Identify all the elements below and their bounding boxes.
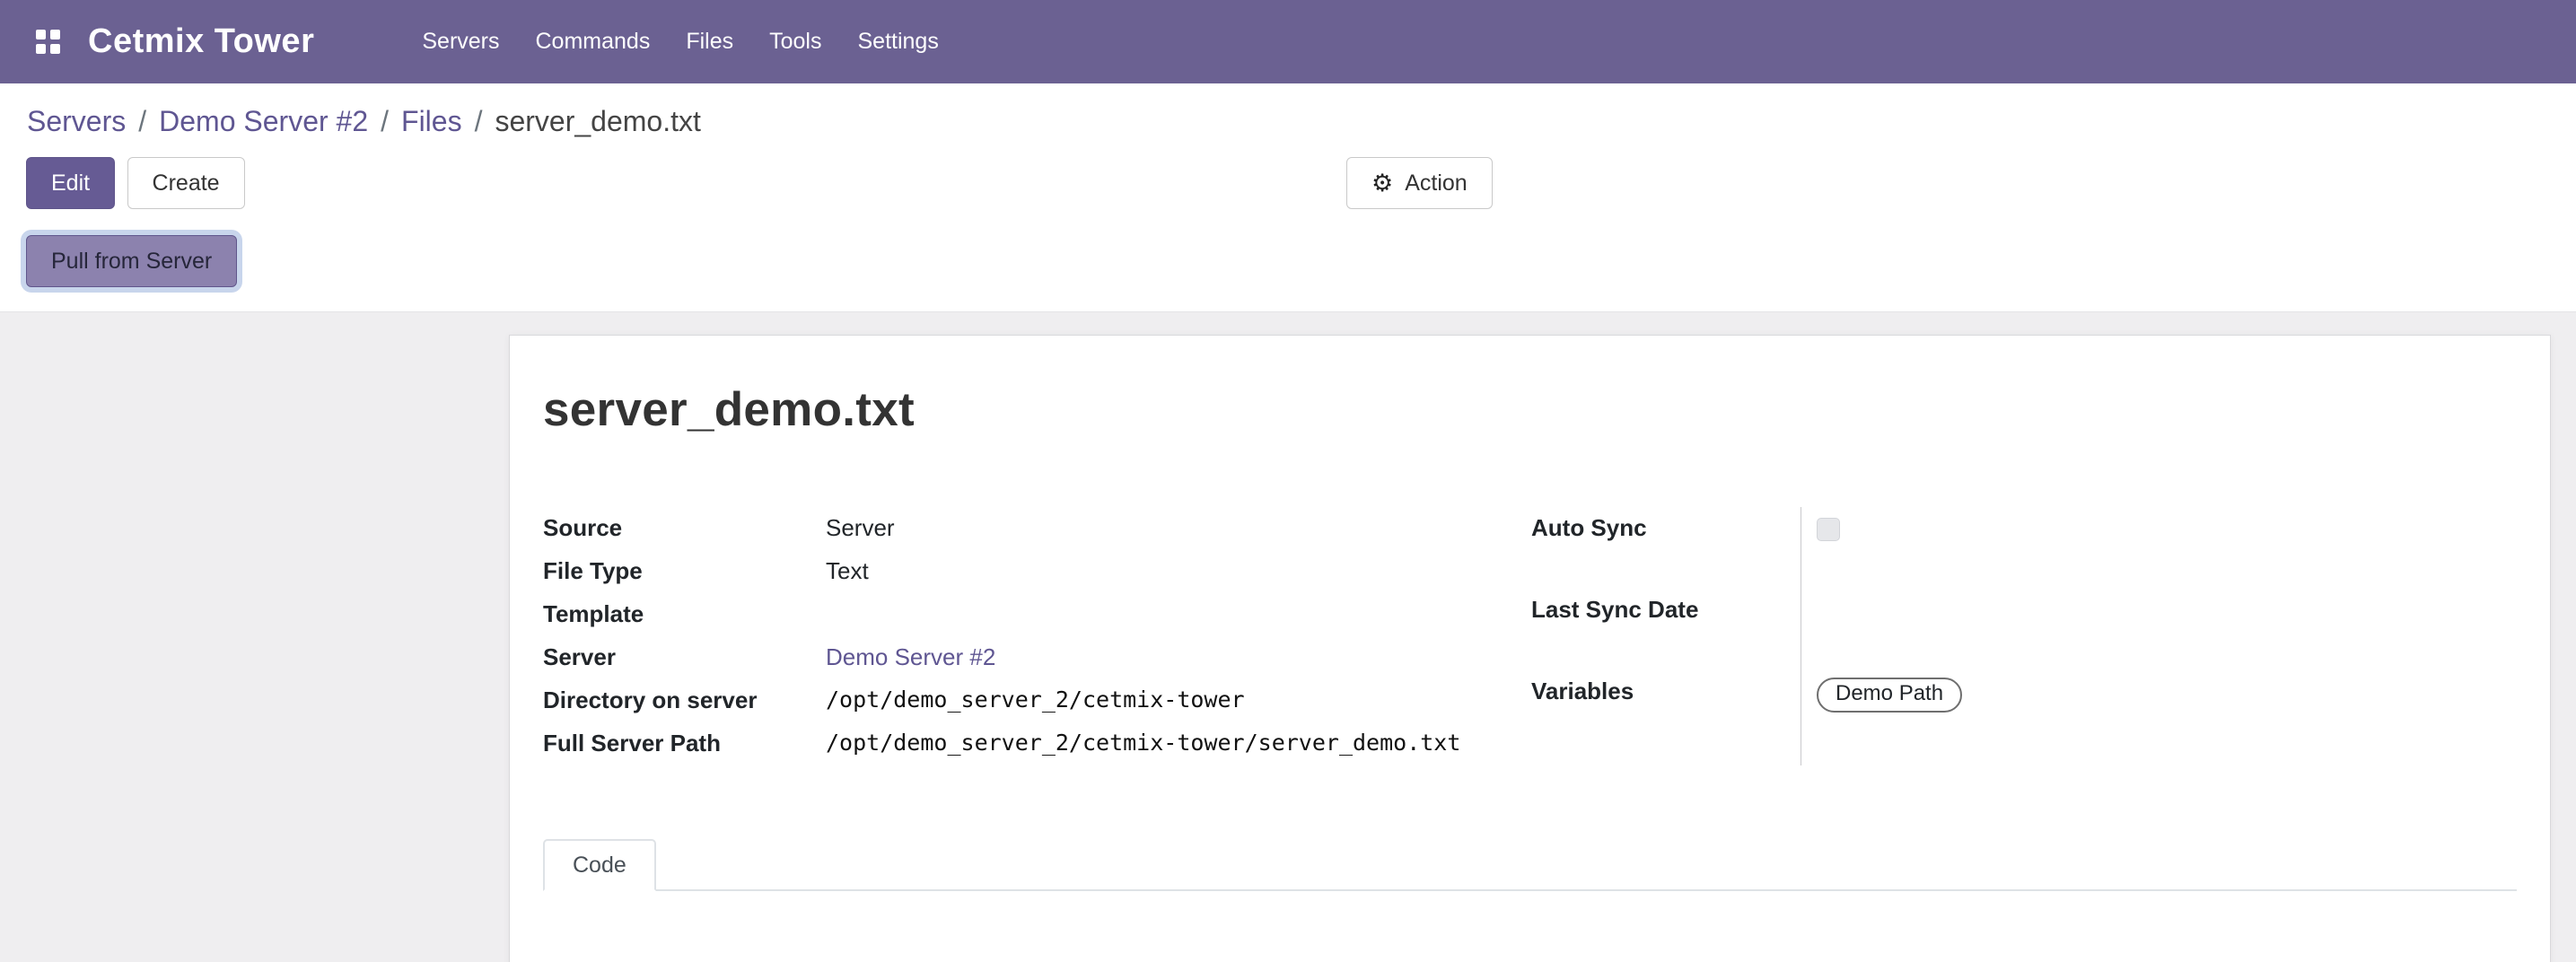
- field-row-file-type: File Type Text: [543, 550, 1531, 593]
- menu-item-servers[interactable]: Servers: [404, 0, 517, 83]
- control-panel: Servers / Demo Server #2 / Files / serve…: [0, 83, 2576, 287]
- breadcrumb-current: server_demo.txt: [495, 105, 700, 138]
- create-button[interactable]: Create: [127, 157, 245, 209]
- field-label-directory: Directory on server: [543, 679, 826, 722]
- field-row-server: Server Demo Server #2: [543, 636, 1531, 679]
- field-value-server-link[interactable]: Demo Server #2: [826, 636, 1531, 679]
- field-value-file-type: Text: [826, 550, 1531, 593]
- main-menu: Servers Commands Files Tools Settings: [404, 0, 956, 83]
- breadcrumb-separator: /: [381, 105, 389, 138]
- auto-sync-checkbox: [1817, 518, 1840, 541]
- gear-icon: ⚙: [1371, 171, 1393, 196]
- field-label-source: Source: [543, 507, 826, 550]
- field-group-right: Auto Sync Last Sync Date Variables Demo …: [1531, 507, 2124, 765]
- field-label-template: Template: [543, 593, 826, 636]
- field-row-auto-sync: Auto Sync: [1531, 507, 2124, 589]
- action-button-label: Action: [1405, 171, 1467, 197]
- pull-from-server-button[interactable]: Pull from Server: [26, 235, 237, 287]
- variable-tag: Demo Path: [1817, 678, 1962, 713]
- top-navbar: Cetmix Tower Servers Commands Files Tool…: [0, 0, 2576, 83]
- field-label-variables: Variables: [1531, 670, 1801, 765]
- field-label-last-sync: Last Sync Date: [1531, 589, 1801, 670]
- field-value-full-path: /opt/demo_server_2/cetmix-tower/server_d…: [826, 722, 1531, 765]
- breadcrumb-servers[interactable]: Servers: [27, 105, 126, 138]
- field-row-variables: Variables Demo Path: [1531, 670, 2124, 765]
- field-group-left: Source Server File Type Text Template Se…: [543, 507, 1531, 765]
- tab-code[interactable]: Code: [543, 839, 656, 891]
- notebook-tabs: Code: [543, 839, 2517, 891]
- menu-item-commands[interactable]: Commands: [518, 0, 669, 83]
- field-value-variables: Demo Path: [1801, 670, 2124, 765]
- record-actions-row: Pull from Server: [0, 235, 2576, 287]
- breadcrumb-files[interactable]: Files: [401, 105, 462, 138]
- form-sheet: server_demo.txt Source Server File Type …: [509, 335, 2551, 962]
- field-label-file-type: File Type: [543, 550, 826, 593]
- menu-item-tools[interactable]: Tools: [751, 0, 839, 83]
- field-row-source: Source Server: [543, 507, 1531, 550]
- field-label-auto-sync: Auto Sync: [1531, 507, 1801, 589]
- field-value-source: Server: [826, 507, 1531, 550]
- button-row: Edit Create ⚙ Action: [0, 157, 2576, 210]
- menu-item-files[interactable]: Files: [668, 0, 751, 83]
- field-value-auto-sync: [1801, 507, 2124, 589]
- form-background: server_demo.txt Source Server File Type …: [0, 311, 2576, 962]
- notebook: Code: [543, 839, 2517, 962]
- menu-item-settings[interactable]: Settings: [840, 0, 957, 83]
- field-value-directory: /opt/demo_server_2/cetmix-tower: [826, 679, 1531, 722]
- field-row-full-path: Full Server Path /opt/demo_server_2/cetm…: [543, 722, 1531, 765]
- breadcrumb: Servers / Demo Server #2 / Files / serve…: [0, 83, 2576, 138]
- field-row-last-sync: Last Sync Date: [1531, 589, 2124, 670]
- app-brand[interactable]: Cetmix Tower: [88, 22, 314, 61]
- field-label-full-path: Full Server Path: [543, 722, 826, 765]
- field-label-server: Server: [543, 636, 826, 679]
- tab-code-content: [543, 891, 2517, 962]
- field-value-template: [826, 593, 1531, 636]
- edit-button[interactable]: Edit: [26, 157, 115, 209]
- apps-menu-button[interactable]: [25, 20, 70, 65]
- record-title: server_demo.txt: [543, 382, 2517, 437]
- breadcrumb-separator: /: [138, 105, 146, 138]
- field-value-last-sync: [1801, 589, 2124, 670]
- field-row-template: Template: [543, 593, 1531, 636]
- action-button[interactable]: ⚙ Action: [1346, 157, 1493, 209]
- breadcrumb-demo-server[interactable]: Demo Server #2: [159, 105, 368, 138]
- breadcrumb-separator: /: [475, 105, 483, 138]
- field-groups: Source Server File Type Text Template Se…: [543, 507, 2517, 765]
- field-row-directory: Directory on server /opt/demo_server_2/c…: [543, 679, 1531, 722]
- apps-grid-icon: [36, 30, 60, 54]
